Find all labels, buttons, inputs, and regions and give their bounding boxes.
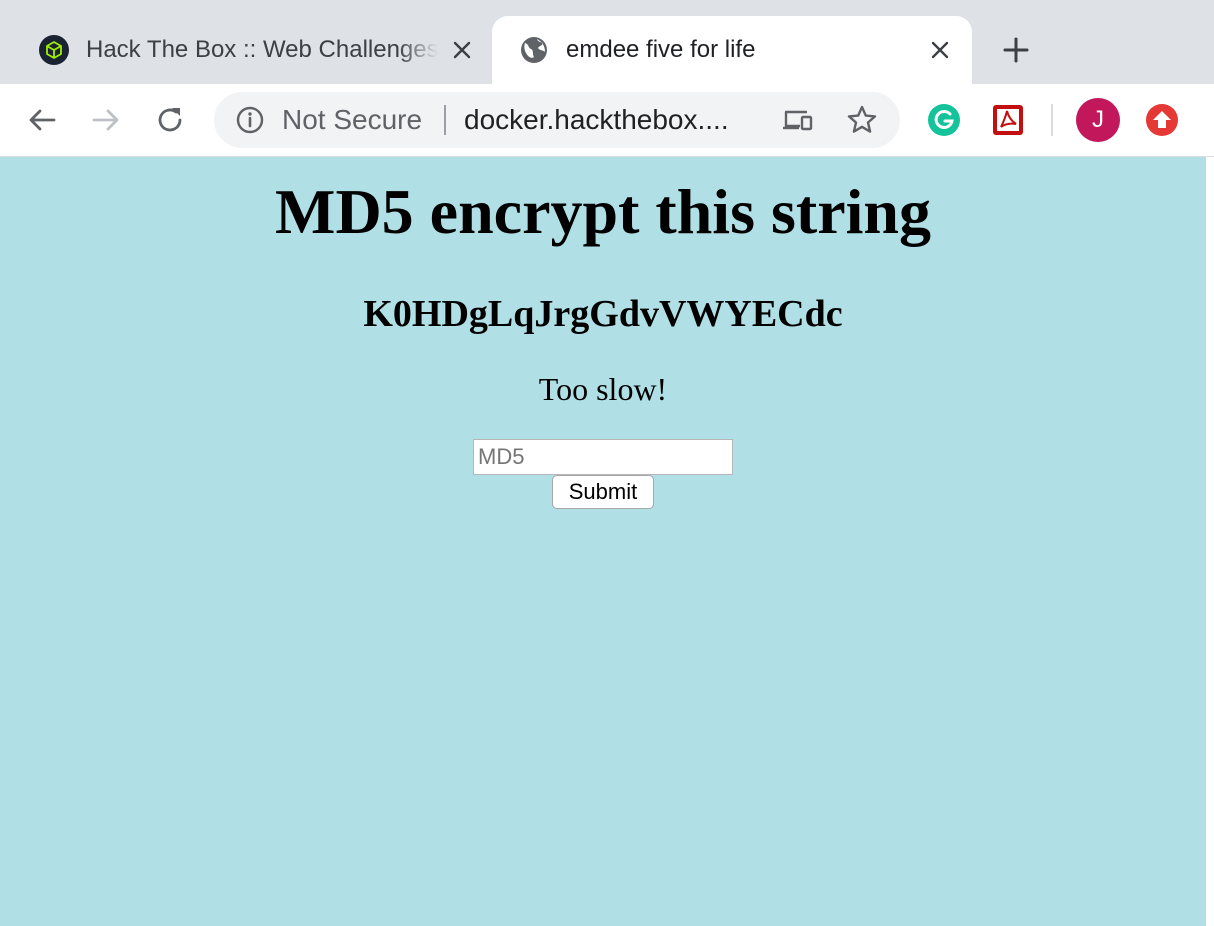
- md5-form: Submit: [0, 439, 1206, 509]
- plus-icon: [1003, 37, 1029, 63]
- tab-emdee-five-for-life[interactable]: emdee five for life: [492, 16, 972, 84]
- md5-input[interactable]: [473, 439, 733, 475]
- tab-title: Hack The Box :: Web Challenges: [86, 36, 438, 64]
- site-info-icon[interactable]: [234, 104, 266, 136]
- page-title: MD5 encrypt this string: [275, 176, 931, 247]
- tab-title: emdee five for life: [566, 36, 756, 63]
- bookmark-star-icon[interactable]: [846, 104, 878, 136]
- submit-button[interactable]: Submit: [552, 475, 654, 509]
- address-bar[interactable]: Not Secure docker.hackthebox....: [214, 92, 900, 148]
- grammarly-extension-icon[interactable]: [926, 102, 962, 138]
- tab-strip: Hack The Box :: Web Challenges emdee fiv…: [0, 0, 1214, 84]
- security-label[interactable]: Not Secure: [282, 92, 422, 148]
- challenge-string: K0HDgLqJrgGdvVWYECdc: [363, 293, 843, 335]
- adobe-acrobat-extension-icon[interactable]: [990, 102, 1026, 138]
- reload-icon: [158, 108, 182, 132]
- close-icon[interactable]: [448, 36, 476, 64]
- new-tab-button[interactable]: [998, 32, 1034, 68]
- globe-icon: [518, 34, 550, 66]
- close-icon[interactable]: [926, 36, 954, 64]
- back-button[interactable]: [22, 100, 62, 140]
- page-viewport: MD5 encrypt this string K0HDgLqJrgGdvVWY…: [0, 157, 1206, 926]
- browser-toolbar: Not Secure docker.hackthebox.... J: [0, 84, 1214, 157]
- upload-extension-icon[interactable]: [1144, 102, 1180, 138]
- tab-hack-the-box[interactable]: Hack The Box :: Web Challenges: [0, 16, 490, 84]
- hack-the-box-favicon-icon: [38, 34, 70, 66]
- reload-button[interactable]: [150, 100, 190, 140]
- url-text[interactable]: docker.hackthebox....: [464, 92, 764, 148]
- status-message: Too slow!: [538, 371, 668, 407]
- window-edge: [1206, 157, 1214, 926]
- profile-avatar[interactable]: J: [1076, 98, 1120, 142]
- arrow-right-icon: [92, 109, 119, 131]
- install-app-icon[interactable]: [782, 104, 814, 136]
- extensions-divider: [1051, 104, 1053, 136]
- divider: [444, 105, 446, 135]
- arrow-left-icon: [29, 109, 56, 131]
- forward-button[interactable]: [86, 100, 126, 140]
